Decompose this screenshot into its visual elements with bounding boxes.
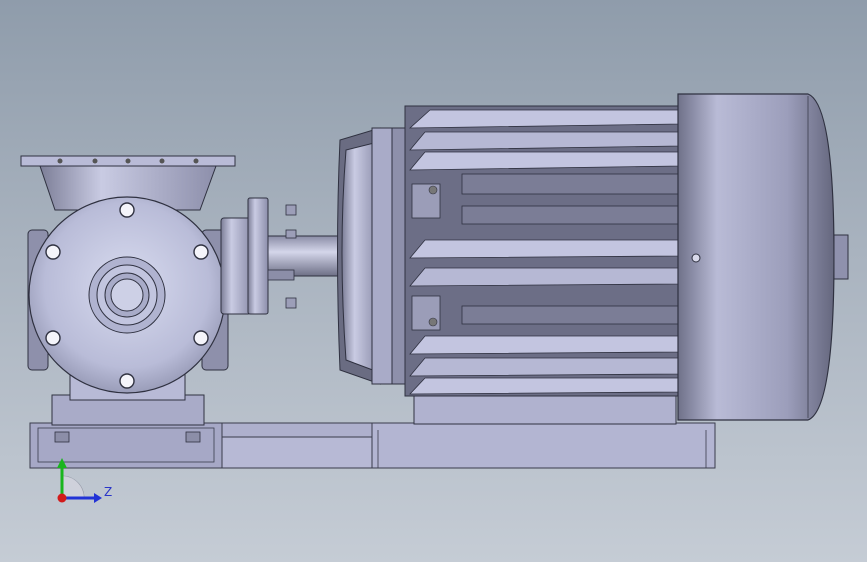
coupling-flange[interactable] [220, 197, 341, 315]
base-plate[interactable] [29, 422, 716, 469]
cooling-fins [408, 109, 681, 395]
motor-body[interactable] [404, 105, 684, 425]
pump-volute[interactable] [28, 196, 226, 394]
graphics-viewport[interactable]: Z [0, 0, 867, 562]
fan-cover[interactable] [677, 93, 849, 421]
coordinate-triad[interactable]: Z [44, 458, 124, 518]
motor-end-bell[interactable] [337, 127, 411, 385]
z-axis-label: Z [104, 485, 113, 499]
pump-motor-assembly[interactable] [0, 0, 867, 562]
x-axis [57, 493, 67, 503]
